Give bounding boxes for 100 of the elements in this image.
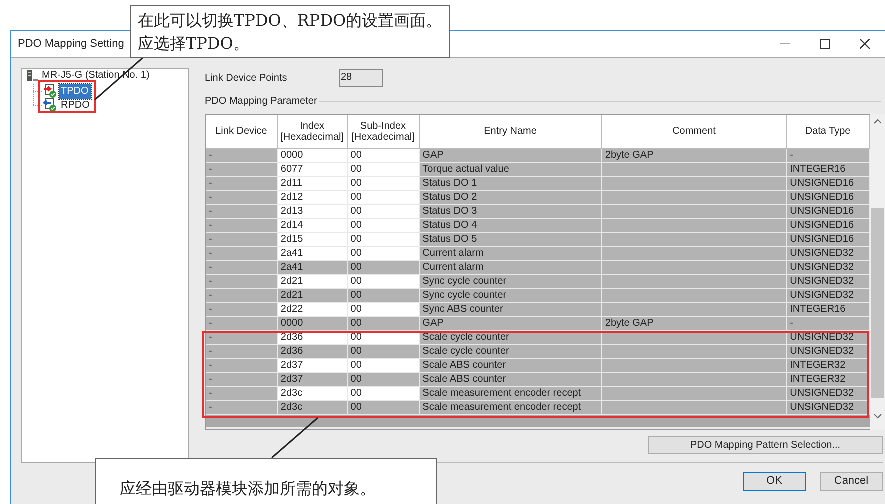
table-cell: GAP <box>420 317 602 331</box>
table-cell: 00 <box>348 373 420 387</box>
table-cell: 00 <box>348 303 420 317</box>
table-cell: 00 <box>348 149 420 163</box>
table-cell: - <box>206 387 278 401</box>
table-cell: 2d3c <box>278 401 348 415</box>
cancel-button[interactable]: Cancel <box>820 472 883 491</box>
table-cell: - <box>206 247 278 261</box>
scrollbar[interactable] <box>870 114 885 430</box>
tree-item[interactable]: RPDO <box>59 98 92 112</box>
table-cell: 00 <box>348 205 420 219</box>
table-cell: UNSIGNED16 <box>787 177 870 191</box>
table-cell: 2byte GAP <box>602 149 788 163</box>
leader-line <box>272 417 318 459</box>
table-cell: UNSIGNED32 <box>787 345 870 359</box>
highlight-frame <box>38 80 96 113</box>
table-cell: - <box>206 401 278 415</box>
document-check-icon <box>43 98 57 112</box>
table-cell: Sync ABS counter <box>420 303 602 317</box>
pattern-selection-button[interactable]: PDO Mapping Pattern Selection... <box>648 436 883 454</box>
table-cell: Scale measurement encoder recept <box>420 401 602 415</box>
scroll-down-icon[interactable] <box>874 414 882 419</box>
table-cell: UNSIGNED16 <box>787 191 870 205</box>
table-cell: - <box>206 289 278 303</box>
table-cell: 00 <box>348 191 420 205</box>
table-cell: Current alarm <box>420 261 602 275</box>
table-cell: 0000 <box>278 149 348 163</box>
maximize-icon[interactable] <box>820 39 830 49</box>
table-cell: - <box>206 275 278 289</box>
table-cell: INTEGER32 <box>787 373 870 387</box>
table-cell: - <box>206 163 278 177</box>
table-cell: Status DO 4 <box>420 219 602 233</box>
table-cell: 00 <box>348 345 420 359</box>
scroll-up-icon[interactable] <box>874 119 882 124</box>
table-cell: UNSIGNED32 <box>787 247 870 261</box>
table-cell: 2d37 <box>278 359 348 373</box>
table-cell: 2d12 <box>278 191 348 205</box>
table-cell: Status DO 5 <box>420 233 602 247</box>
table-cell: 2d36 <box>278 345 348 359</box>
table-cell: Status DO 2 <box>420 191 602 205</box>
table-cell: - <box>206 317 278 331</box>
table-cell: 2d3c <box>278 387 348 401</box>
table-cell: 2d22 <box>278 303 348 317</box>
table-cell: Sync cycle counter <box>420 289 602 303</box>
table-cell: 00 <box>348 219 420 233</box>
table-cell: - <box>787 317 870 331</box>
device-icon <box>26 70 39 82</box>
table-cell: Scale ABS counter <box>420 359 602 373</box>
table-cell: 00 <box>348 289 420 303</box>
table-cell: INTEGER32 <box>787 359 870 373</box>
table-cell: - <box>206 149 278 163</box>
table-cell: 2d14 <box>278 219 348 233</box>
table-cell: Sync cycle counter <box>420 275 602 289</box>
table-cell: INTEGER16 <box>787 163 870 177</box>
table-cell: Scale measurement encoder recept <box>420 387 602 401</box>
table-cell: 2a41 <box>278 261 348 275</box>
table-cell: - <box>206 345 278 359</box>
table-cell: 2d21 <box>278 275 348 289</box>
table-cell: INTEGER16 <box>787 303 870 317</box>
table-cell: - <box>206 373 278 387</box>
callout-text: 应选择TPDO。 <box>138 32 250 54</box>
table-cell: Scale ABS counter <box>420 373 602 387</box>
table-cell: 2d11 <box>278 177 348 191</box>
tree-item[interactable]: TPDO <box>59 84 91 98</box>
table-cell: UNSIGNED16 <box>787 219 870 233</box>
table-cell: 2byte GAP <box>602 317 788 331</box>
table-cell: - <box>206 219 278 233</box>
table-cell: - <box>206 359 278 373</box>
table-cell: Status DO 1 <box>420 177 602 191</box>
table-cell: 00 <box>348 247 420 261</box>
table-cell: Scale cycle counter <box>420 345 602 359</box>
table-cell: 00 <box>348 261 420 275</box>
table-cell: Torque actual value <box>420 163 602 177</box>
callout-text: 应经由驱动器模块添加所需的对象。 <box>120 478 377 500</box>
table-cell: 00 <box>348 359 420 373</box>
close-icon[interactable] <box>860 39 870 49</box>
table-cell: - <box>787 149 870 163</box>
table-cell: UNSIGNED16 <box>787 205 870 219</box>
table-cell: - <box>206 205 278 219</box>
window-title: PDO Mapping Setting <box>18 36 124 52</box>
table-cell: 00 <box>348 401 420 415</box>
table-cell: - <box>206 261 278 275</box>
table-cell: UNSIGNED16 <box>787 233 870 247</box>
document-check-icon <box>43 84 57 98</box>
table-cell: 00 <box>348 163 420 177</box>
table-cell: UNSIGNED32 <box>787 289 870 303</box>
table-cell: 00 <box>348 317 420 331</box>
table-cell: 2d37 <box>278 373 348 387</box>
table-cell: - <box>206 177 278 191</box>
table-cell: 2d15 <box>278 233 348 247</box>
table-cell: 6077 <box>278 163 348 177</box>
ok-button[interactable]: OK <box>743 472 806 491</box>
table-cell: 0000 <box>278 317 348 331</box>
table-cell: Status DO 3 <box>420 205 602 219</box>
table-cell: 00 <box>348 387 420 401</box>
scrollbar-thumb[interactable] <box>871 208 884 398</box>
table-cell: GAP <box>420 149 602 163</box>
table-cell: UNSIGNED32 <box>787 275 870 289</box>
table-cell: - <box>206 233 278 247</box>
table-cell: - <box>206 303 278 317</box>
